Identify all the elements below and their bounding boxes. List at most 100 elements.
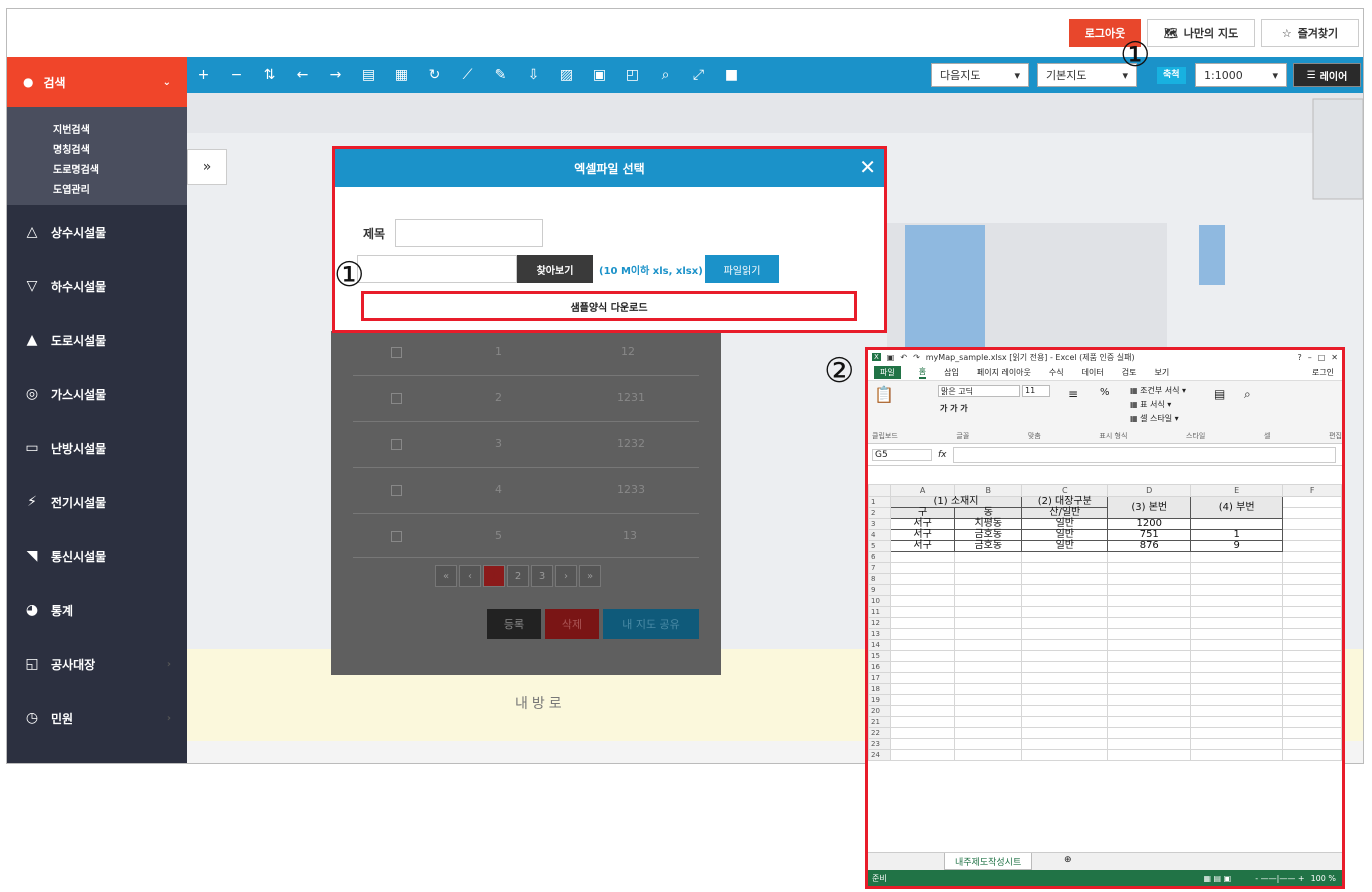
redo-icon[interactable]: ↷	[913, 353, 920, 362]
page-prev-button[interactable]: ‹	[459, 565, 481, 587]
sidebar-item-stats[interactable]: ◕ 통계	[7, 583, 187, 637]
submenu-item-sheet-manage[interactable]: 도엽관리	[7, 181, 187, 201]
expand-panel-button[interactable]: »	[187, 149, 227, 185]
cell[interactable]: (4) 부번	[1190, 496, 1284, 519]
table-format-icon[interactable]: ▦ 표 서식 ▾	[1130, 399, 1171, 410]
cell[interactable]: 서구	[889, 518, 956, 530]
cell[interactable]: 금호동	[954, 529, 1023, 541]
submenu-item-lot-search[interactable]: 지번검색	[7, 121, 187, 141]
my-map-button[interactable]: 🗺 나만의 지도	[1147, 19, 1255, 47]
close-icon[interactable]: ✕	[1331, 353, 1338, 362]
login-link[interactable]: 로그인	[1312, 367, 1334, 378]
camera-icon[interactable]: ■	[715, 57, 748, 93]
cell[interactable]: 일반	[1021, 518, 1109, 530]
cell[interactable]: 산/일반	[1021, 507, 1109, 519]
sidebar-item-road[interactable]: ▲ 도로시설물	[7, 313, 187, 367]
fullscreen-icon[interactable]: ⤢	[682, 57, 715, 93]
refresh-icon[interactable]: ↻	[418, 57, 451, 93]
cell[interactable]: 치평동	[954, 518, 1023, 530]
formula-input[interactable]	[952, 446, 1336, 463]
undo-icon[interactable]: ↶	[900, 353, 907, 362]
page-1-button[interactable]: 1	[483, 565, 505, 587]
ribbon-tab[interactable]: 수식	[1049, 367, 1064, 378]
ribbon-tab[interactable]: 검토	[1122, 367, 1137, 378]
ribbon-tab[interactable]: 데이터	[1082, 367, 1104, 378]
maximize-icon[interactable]: □	[1318, 353, 1326, 362]
submenu-item-road-search[interactable]: 도로명검색	[7, 161, 187, 181]
sidebar-item-water[interactable]: △ 상수시설물	[7, 205, 187, 259]
font-size-select[interactable]: 11	[1022, 385, 1050, 397]
browse-button[interactable]: 찾아보기	[517, 255, 593, 283]
area-icon[interactable]: ◰	[616, 57, 649, 93]
zoom-in-icon[interactable]: +	[187, 57, 220, 93]
view-icons[interactable]: ▦ ▤ ▣	[1203, 874, 1231, 883]
sidebar-item-telecom[interactable]: ◥ 통신시설물	[7, 529, 187, 583]
share-button[interactable]: 내 지도 공유	[603, 609, 699, 639]
grid-icon[interactable]: ▦	[385, 57, 418, 93]
sidebar-item-construction[interactable]: ◱ 공사대장 ›	[7, 637, 187, 691]
download-icon[interactable]: ⇩	[517, 57, 550, 93]
map-provider-select[interactable]: 다음지도 ▾	[931, 63, 1029, 87]
swap-icon[interactable]: ⇅	[253, 57, 286, 93]
ruler-icon[interactable]: ⟋	[451, 57, 484, 93]
cell[interactable]: 9	[1190, 540, 1284, 552]
row-checkbox[interactable]	[391, 393, 402, 404]
image-icon[interactable]: ▨	[550, 57, 583, 93]
edit-binoculars-icon[interactable]: ⌕	[1244, 387, 1251, 402]
row-checkbox[interactable]	[391, 439, 402, 450]
read-file-button[interactable]: 파일읽기	[705, 255, 779, 283]
back-icon[interactable]: ←	[286, 57, 319, 93]
sheet-tab[interactable]: 내주제도작성시트	[944, 853, 1033, 870]
zoom-out-icon[interactable]: −	[220, 57, 253, 93]
corner-cell[interactable]	[868, 484, 891, 497]
page-3-button[interactable]: 3	[531, 565, 553, 587]
ribbon-tab[interactable]: 보기	[1154, 367, 1169, 378]
bold-icon[interactable]: 가 가 가	[940, 403, 968, 414]
col-header[interactable]: A	[889, 484, 956, 497]
align-icon[interactable]: ≡	[1068, 387, 1078, 401]
cell-style-icon[interactable]: ▦ 셀 스타일 ▾	[1130, 413, 1179, 424]
delete-button[interactable]: 삭제	[545, 609, 599, 639]
print-icon[interactable]: ▤	[352, 57, 385, 93]
sample-download-button[interactable]: 샘플양식 다운로드	[361, 291, 857, 321]
capture-icon[interactable]: ▣	[583, 57, 616, 93]
cell[interactable]: (1) 소재지	[889, 496, 1023, 508]
title-input[interactable]	[395, 219, 543, 247]
cell[interactable]: 서구	[889, 540, 956, 552]
sidebar-item-sewer[interactable]: ▽ 하수시설물	[7, 259, 187, 313]
register-button[interactable]: 등록	[487, 609, 541, 639]
paste-icon[interactable]: 📋	[874, 385, 894, 404]
sidebar-item-complaint[interactable]: ◷ 민원 ›	[7, 691, 187, 745]
row-checkbox[interactable]	[391, 347, 402, 358]
scale-select[interactable]: 1:1000 ▾	[1195, 63, 1287, 87]
ribbon-tab[interactable]: 페이지 레이아웃	[977, 367, 1031, 378]
page-2-button[interactable]: 2	[507, 565, 529, 587]
col-header[interactable]: D	[1107, 484, 1192, 497]
submenu-item-name-search[interactable]: 명칭검색	[7, 141, 187, 161]
file-path-input[interactable]	[357, 255, 517, 283]
favorites-button[interactable]: ☆ 즐겨찾기	[1261, 19, 1359, 47]
search-icon[interactable]: ⌕	[649, 57, 682, 93]
cell[interactable]: 일반	[1021, 540, 1109, 552]
ribbon-tab[interactable]: 파일	[874, 365, 901, 379]
col-header[interactable]: E	[1190, 484, 1284, 497]
cell[interactable]: 1	[1190, 529, 1284, 541]
zoom-slider[interactable]: - ——|—— +	[1255, 874, 1304, 883]
cell[interactable]: 서구	[889, 529, 956, 541]
cell[interactable]: 876	[1107, 540, 1192, 552]
cell[interactable]: 1200	[1107, 518, 1192, 530]
help-icon[interactable]: ?	[1297, 353, 1301, 362]
col-header[interactable]: C	[1021, 484, 1109, 497]
col-header[interactable]: F	[1282, 484, 1342, 497]
font-select[interactable]: 맑은 고딕	[938, 385, 1020, 397]
cell[interactable]: 동	[954, 507, 1023, 519]
cell[interactable]: 금호동	[954, 540, 1023, 552]
page-first-button[interactable]: «	[435, 565, 457, 587]
add-sheet-icon[interactable]: ⊕	[1064, 855, 1072, 865]
row-checkbox[interactable]	[391, 531, 402, 542]
page-next-button[interactable]: ›	[555, 565, 577, 587]
col-header[interactable]: B	[954, 484, 1023, 497]
save-icon[interactable]: ▣	[887, 353, 895, 362]
sidebar-item-heating[interactable]: ▭ 난방시설물	[7, 421, 187, 475]
ribbon-tab[interactable]: 삽입	[944, 367, 959, 378]
